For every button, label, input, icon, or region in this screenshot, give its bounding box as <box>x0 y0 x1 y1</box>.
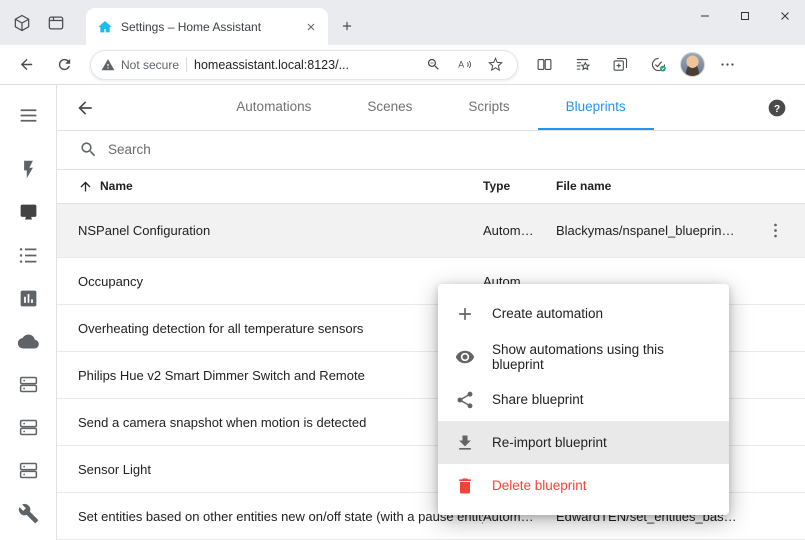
server-icon[interactable] <box>5 449 51 492</box>
menu-item-reimport-blueprint[interactable]: Re-import blueprint <box>438 421 729 464</box>
window-controls <box>685 0 805 32</box>
svg-text:?: ? <box>774 103 780 114</box>
browser-tab[interactable]: Settings – Home Assistant <box>86 8 328 45</box>
tab-blueprints[interactable]: Blueprints <box>538 85 654 130</box>
zoom-out-icon[interactable] <box>421 53 445 77</box>
browser-essentials-icon[interactable] <box>642 49 674 81</box>
energy-icon[interactable] <box>5 148 51 191</box>
home-assistant-app: Automations Scenes Scripts Blueprints ? … <box>0 85 805 540</box>
address-bar[interactable]: Not secure homeassistant.local:8123/... … <box>90 50 518 80</box>
browser-titlebar: Settings – Home Assistant <box>0 0 805 45</box>
address-divider <box>186 57 187 72</box>
history-icon[interactable] <box>5 277 51 320</box>
security-label: Not secure <box>121 58 179 72</box>
eye-icon <box>455 347 475 367</box>
sort-arrow-icon <box>78 179 93 194</box>
profile-avatar[interactable] <box>680 52 705 77</box>
share-icon <box>455 390 475 410</box>
menu-item-show-automations[interactable]: Show automations using this blueprint <box>438 335 729 378</box>
ha-sidebar <box>0 85 57 540</box>
new-tab-icon[interactable] <box>334 13 360 39</box>
header-name[interactable]: Name <box>57 179 483 194</box>
maximize-icon[interactable] <box>725 0 765 32</box>
server-icon[interactable] <box>5 363 51 406</box>
table-row[interactable]: NSPanel Configuration Autom… Blackymas/n… <box>57 204 805 258</box>
ha-tab-bar: Automations Scenes Scripts Blueprints <box>113 85 749 130</box>
download-icon <box>455 433 475 453</box>
minimize-icon[interactable] <box>685 0 725 32</box>
tools-icon[interactable] <box>5 492 51 535</box>
cloud-icon[interactable] <box>5 320 51 363</box>
menu-item-share-blueprint[interactable]: Share blueprint <box>438 378 729 421</box>
row-overflow-icon[interactable] <box>759 214 793 248</box>
row-context-menu: Create automation Show automations using… <box>438 284 729 515</box>
back-icon[interactable] <box>10 49 42 81</box>
tab-scenes[interactable]: Scenes <box>339 85 440 130</box>
browser-navbar: Not secure homeassistant.local:8123/... … <box>0 45 805 85</box>
warning-icon <box>101 58 115 72</box>
more-menu-icon[interactable] <box>711 49 743 81</box>
delete-icon <box>455 476 475 496</box>
security-chip[interactable]: Not secure <box>101 58 179 72</box>
read-aloud-icon[interactable]: A <box>452 53 476 77</box>
menu-item-create-automation[interactable]: Create automation <box>438 292 729 335</box>
close-window-icon[interactable] <box>765 0 805 32</box>
search-input[interactable] <box>108 142 789 157</box>
search-bar <box>57 131 805 170</box>
tab-title: Settings – Home Assistant <box>121 20 292 34</box>
ha-header: Automations Scenes Scripts Blueprints ? <box>57 85 805 131</box>
plus-icon <box>455 304 475 324</box>
refresh-icon[interactable] <box>48 49 80 81</box>
favorites-icon[interactable] <box>566 49 598 81</box>
server-icon[interactable] <box>5 406 51 449</box>
menu-item-delete-blueprint[interactable]: Delete blueprint <box>438 464 729 507</box>
ha-main: Automations Scenes Scripts Blueprints ? … <box>57 85 805 540</box>
svg-text:A: A <box>458 60 464 70</box>
url-text: homeassistant.local:8123/... <box>194 58 414 72</box>
search-icon <box>79 140 98 159</box>
help-icon[interactable]: ? <box>749 85 805 131</box>
table-header: Name Type File name <box>57 170 805 204</box>
tab-scripts[interactable]: Scripts <box>440 85 537 130</box>
header-type[interactable]: Type <box>483 179 556 193</box>
media-icon[interactable] <box>5 191 51 234</box>
logbook-icon[interactable] <box>5 234 51 277</box>
workspaces-cube-icon[interactable] <box>12 13 32 33</box>
ha-back-icon[interactable] <box>57 85 113 131</box>
tab-actions-icon[interactable] <box>46 13 66 33</box>
split-screen-icon[interactable] <box>528 49 560 81</box>
tab-close-icon[interactable] <box>300 16 322 38</box>
menu-icon[interactable] <box>5 94 51 137</box>
home-assistant-favicon <box>97 19 113 35</box>
header-file[interactable]: File name <box>556 179 746 193</box>
favorite-star-icon[interactable] <box>483 53 507 77</box>
collections-icon[interactable] <box>604 49 636 81</box>
tab-automations[interactable]: Automations <box>208 85 339 130</box>
